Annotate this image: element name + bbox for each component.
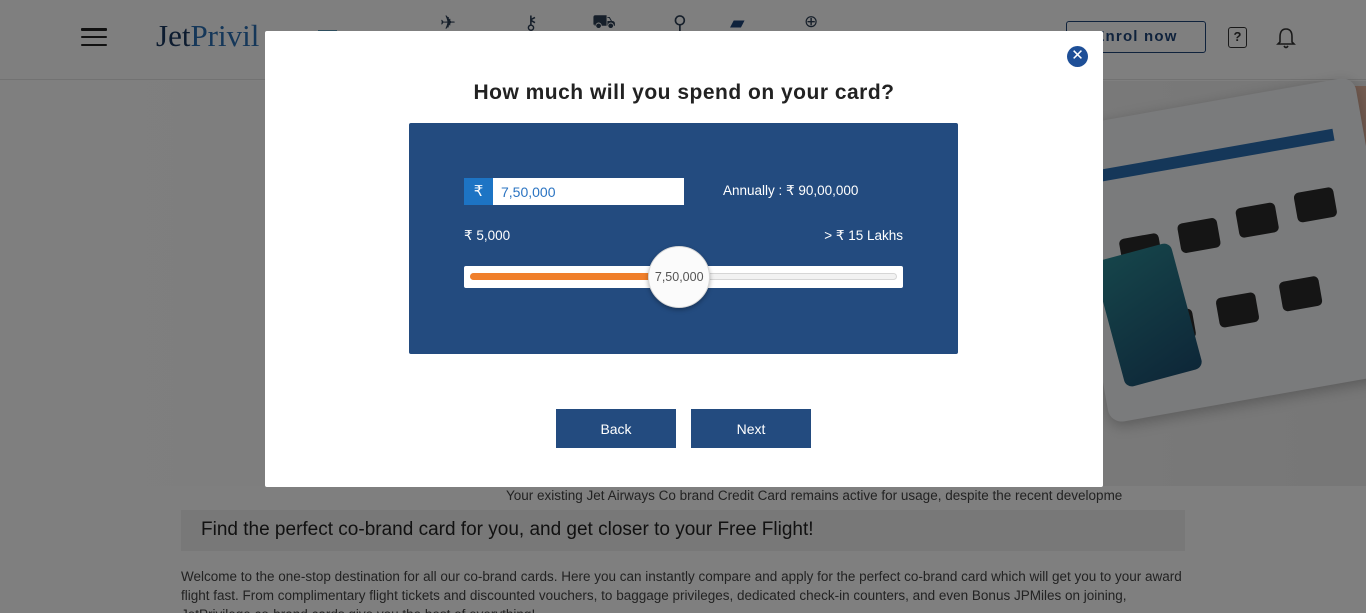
slider-max-label: > ₹ 15 Lakhs <box>824 228 903 243</box>
slider-handle[interactable]: 7,50,000 <box>648 246 711 308</box>
spend-modal: ✕ How much will you spend on your card? … <box>265 31 1103 487</box>
slider-min-label: ₹ 5,000 <box>464 228 511 243</box>
spend-panel: ₹ Annually : ₹ 90,00,000 ₹ 5,000 > ₹ 15 … <box>409 123 958 354</box>
spend-amount-input[interactable] <box>493 178 684 205</box>
spend-slider[interactable]: 7,50,000 <box>464 246 903 308</box>
next-button[interactable]: Next <box>691 409 811 448</box>
back-button[interactable]: Back <box>556 409 676 448</box>
rupee-icon: ₹ <box>464 178 493 205</box>
modal-title: How much will you spend on your card? <box>473 81 895 104</box>
annual-spend-text: Annually : ₹ 90,00,000 <box>723 183 859 198</box>
close-icon[interactable]: ✕ <box>1067 46 1088 67</box>
